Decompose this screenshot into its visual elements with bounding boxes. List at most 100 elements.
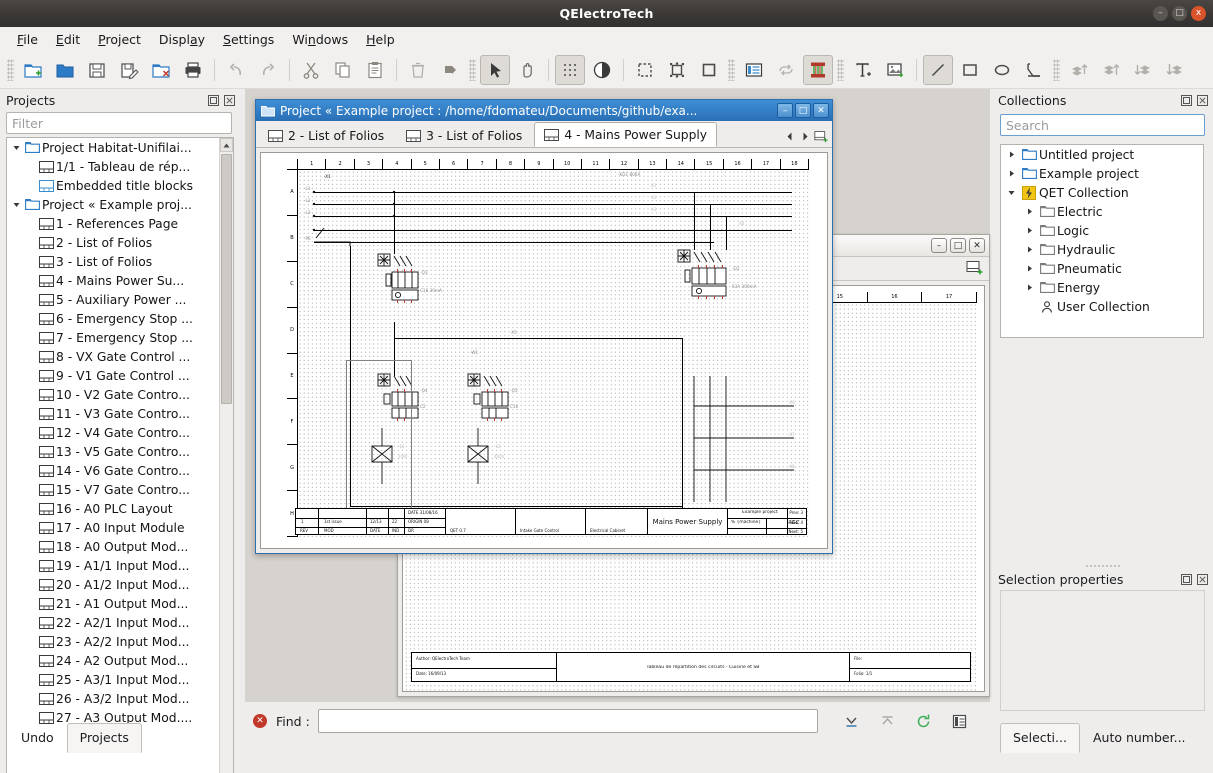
project-tree-item[interactable]: 25 - A3/1 Input Mod... [7, 670, 219, 689]
projects-filter-input[interactable]: Filter [6, 112, 232, 134]
expand-right-icon[interactable] [1021, 226, 1037, 235]
terminal-strip-icon[interactable] [803, 55, 833, 85]
collection-tree-item[interactable]: Electric [1001, 202, 1203, 221]
delete-icon[interactable] [403, 55, 433, 85]
project-tree-item[interactable]: 13 - V5 Gate Contro... [7, 442, 219, 461]
child-close-button[interactable]: ✕ [813, 103, 829, 118]
solid-square-icon[interactable] [694, 55, 724, 85]
project-tree-item[interactable]: 1/1 - Tableau de rép... [7, 157, 219, 176]
half-circle-icon[interactable] [587, 55, 617, 85]
draw-ellipse-icon[interactable] [987, 55, 1017, 85]
redo-icon[interactable] [253, 55, 283, 85]
draw-line-icon[interactable] [923, 55, 953, 85]
tab-selection-properties[interactable]: Selecti... [1000, 723, 1080, 753]
bg-add-folio-icon[interactable] [966, 260, 983, 278]
paste-icon[interactable] [360, 55, 390, 85]
project-tree-item[interactable]: 4 - Mains Power Su... [7, 271, 219, 290]
project-tree-item[interactable]: 15 - V7 Gate Contro... [7, 480, 219, 499]
toolbar-grip-1[interactable] [7, 59, 14, 81]
expand-down-icon[interactable] [9, 200, 23, 209]
project-tree-item[interactable]: Project Habitat-Unifilai... [7, 138, 219, 157]
add-folio-icon[interactable] [814, 128, 828, 144]
close-project-icon[interactable] [146, 55, 176, 85]
raise-icon[interactable] [1064, 55, 1094, 85]
close-dock-icon[interactable] [223, 94, 236, 107]
menu-display[interactable]: Display [150, 29, 214, 50]
undock-icon[interactable] [207, 94, 220, 107]
collection-tree-item[interactable]: Hydraulic [1001, 240, 1203, 259]
expand-right-icon[interactable] [1021, 283, 1037, 292]
tab-prev-button[interactable] [782, 128, 796, 144]
collections-close-icon[interactable] [1196, 94, 1209, 107]
rotate-shape-icon[interactable] [435, 55, 465, 85]
selection-close-icon[interactable] [1196, 573, 1209, 586]
expand-right-icon[interactable] [1003, 169, 1019, 178]
project-tree-item[interactable]: 6 - Emergency Stop ... [7, 309, 219, 328]
folio-tab-2-list-of-folios[interactable]: 2 - List of Folios [258, 124, 394, 147]
menu-help[interactable]: Help [357, 29, 404, 50]
window-minimize-button[interactable]: – [1153, 6, 1168, 21]
tab-next-button[interactable] [798, 128, 812, 144]
new-project-icon[interactable] [18, 55, 48, 85]
dashed-square-icon[interactable] [630, 55, 660, 85]
collections-tree[interactable]: Untitled projectExample projectQET Colle… [1000, 144, 1204, 338]
folio-tab-4-mains-power-supply[interactable]: 4 - Mains Power Supply [534, 122, 717, 147]
select-tool-icon[interactable] [480, 55, 510, 85]
collection-tree-item[interactable]: Energy [1001, 278, 1203, 297]
find-previous-button[interactable] [878, 711, 898, 731]
draw-rectangle-icon[interactable] [955, 55, 985, 85]
active-window-titlebar[interactable]: Project « Example project : /home/fdomat… [256, 100, 832, 121]
project-tree-item[interactable]: Project « Example proj... [7, 195, 219, 214]
project-tree-item[interactable]: 11 - V3 Gate Contro... [7, 404, 219, 423]
bg-window-close-button[interactable]: ✕ [969, 238, 985, 253]
undo-icon[interactable] [221, 55, 251, 85]
toolbar-grip-2[interactable] [469, 59, 476, 81]
project-tree-item[interactable]: 14 - V6 Gate Contro... [7, 461, 219, 480]
copy-icon[interactable] [328, 55, 358, 85]
project-tree-item[interactable]: 10 - V2 Gate Contro... [7, 385, 219, 404]
toggle-grid-icon[interactable] [555, 55, 585, 85]
project-tree-item[interactable]: 19 - A1/1 Input Mod... [7, 556, 219, 575]
save-icon[interactable] [82, 55, 112, 85]
find-refresh-button[interactable] [914, 711, 934, 731]
collection-tree-item[interactable]: Example project [1001, 164, 1203, 183]
dock-splitter-handle[interactable] [1085, 564, 1121, 569]
project-tree-item[interactable]: 5 - Auxiliary Power ... [7, 290, 219, 309]
collections-search-input[interactable]: Search [1000, 114, 1205, 136]
schematic-canvas[interactable]: 123456789101112131415161718 ABCDEFGH -X1… [260, 152, 828, 549]
collection-tree-item[interactable]: Pneumatic [1001, 259, 1203, 278]
scrollbar-thumb[interactable] [221, 154, 232, 404]
send-back-icon[interactable] [1160, 55, 1190, 85]
find-next-button[interactable] [842, 711, 862, 731]
find-input[interactable] [318, 709, 818, 733]
project-tree-item[interactable]: 26 - A3/2 Input Mod... [7, 689, 219, 708]
window-maximize-button[interactable]: □ [1172, 6, 1187, 21]
expand-right-icon[interactable] [1021, 264, 1037, 273]
project-tree-item[interactable]: 20 - A1/2 Input Mod... [7, 575, 219, 594]
project-tree-item[interactable]: 12 - V4 Gate Contro... [7, 423, 219, 442]
project-tree-item[interactable]: 21 - A1 Output Mod... [7, 594, 219, 613]
print-icon[interactable] [178, 55, 208, 85]
menu-edit[interactable]: Edit [47, 29, 89, 50]
expand-right-icon[interactable] [1021, 207, 1037, 216]
menu-settings[interactable]: Settings [214, 29, 283, 50]
project-tree-item[interactable]: 18 - A0 Output Mod... [7, 537, 219, 556]
folio-properties-icon[interactable] [739, 55, 769, 85]
open-project-icon[interactable] [50, 55, 80, 85]
tab-projects[interactable]: Projects [67, 723, 142, 753]
project-tree-item[interactable]: 16 - A0 PLC Layout [7, 499, 219, 518]
tab-auto-numbering[interactable]: Auto number... [1080, 723, 1199, 753]
find-close-button[interactable]: ✕ [253, 714, 267, 728]
menu-file[interactable]: File [8, 29, 47, 50]
project-tree-item[interactable]: 22 - A2/1 Input Mod... [7, 613, 219, 632]
draw-polyline-icon[interactable] [1019, 55, 1049, 85]
child-minimize-button[interactable]: – [777, 103, 793, 118]
cut-icon[interactable] [296, 55, 326, 85]
project-tree-item[interactable]: 23 - A2/2 Input Mod... [7, 632, 219, 651]
pan-tool-icon[interactable] [512, 55, 542, 85]
toolbar-grip-5[interactable] [1053, 59, 1060, 81]
project-tree-item[interactable]: 2 - List of Folios [7, 233, 219, 252]
lower-icon[interactable] [1128, 55, 1158, 85]
bg-window-maximize-button[interactable]: □ [950, 238, 966, 253]
expand-down-icon[interactable] [9, 143, 23, 152]
